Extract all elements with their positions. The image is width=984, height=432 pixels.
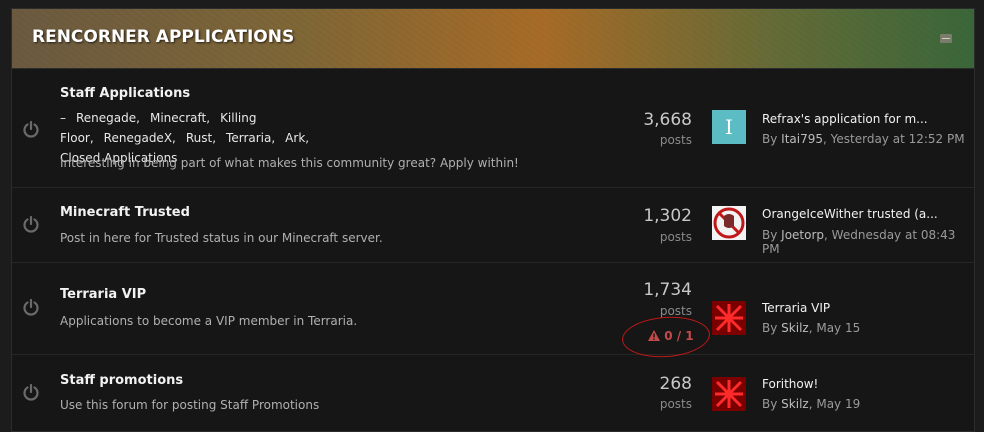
posts-label: posts: [659, 230, 692, 244]
avatar[interactable]: [712, 206, 746, 240]
category-header: RENCORNER APPLICATIONS: [12, 9, 974, 69]
avatar[interactable]: I: [712, 110, 746, 144]
forum-description: Use this forum for posting Staff Promoti…: [60, 398, 320, 412]
forum-title[interactable]: Terraria VIP: [60, 287, 146, 302]
forum-description: Interesting in being part of what makes …: [60, 156, 519, 170]
power-icon: [23, 120, 39, 138]
posts-label: posts: [659, 133, 692, 147]
last-post-user[interactable]: Itai795: [781, 132, 823, 146]
warning-count[interactable]: 0 / 1: [648, 329, 694, 343]
last-post-meta: By Itai795, Yesterday at 12:52 PM: [762, 132, 965, 146]
posts-label: posts: [659, 304, 692, 318]
posts-label: posts: [659, 397, 692, 411]
post-count: 1,302: [643, 206, 692, 226]
subforum-dash: –: [60, 111, 66, 125]
subforum-link-terraria[interactable]: Terraria,: [226, 131, 275, 145]
post-count: 3,668: [643, 110, 692, 130]
post-count: 268: [659, 374, 692, 394]
last-post-meta: By Joetorp, Wednesday at 08:43 PM: [762, 228, 974, 256]
subforum-link-rust[interactable]: Rust,: [186, 131, 216, 145]
power-icon: [23, 383, 39, 401]
avatar[interactable]: [712, 377, 746, 411]
post-count: 1,734: [643, 280, 692, 300]
warning-triangle-icon: [648, 330, 660, 341]
avatar[interactable]: [712, 301, 746, 335]
subforum-link-ark[interactable]: Ark,: [285, 131, 309, 145]
subforum-link-minecraft[interactable]: Minecraft,: [150, 111, 210, 125]
last-post-time: , May 19: [808, 397, 861, 411]
power-icon: [23, 298, 39, 316]
collapse-icon[interactable]: [940, 34, 952, 43]
last-post-by: By: [762, 397, 778, 411]
subforum-link-renegade[interactable]: Renegade,: [76, 111, 140, 125]
last-post-title[interactable]: OrangeIceWither trusted (a...: [762, 207, 938, 221]
warning-count-text: 0 / 1: [664, 329, 694, 343]
last-post-by: By: [762, 132, 778, 146]
last-post-user[interactable]: Joetorp: [781, 228, 824, 242]
last-post-time: , Yesterday at 12:52 PM: [823, 132, 965, 146]
last-post-meta: By Skilz, May 19: [762, 397, 860, 411]
last-post-title[interactable]: Refrax's application for m...: [762, 112, 928, 126]
forum-row: Terraria VIP Applications to become a VI…: [12, 263, 974, 361]
forum-row: Minecraft Trusted Post in here for Trust…: [12, 188, 974, 263]
forum-row: Staff promotions Use this forum for post…: [12, 355, 974, 431]
last-post-by: By: [762, 228, 778, 242]
last-post-time: , May 15: [808, 321, 861, 335]
forum-category-panel: RENCORNER APPLICATIONS Staff Application…: [11, 8, 975, 432]
power-icon: [23, 215, 39, 233]
category-title[interactable]: RENCORNER APPLICATIONS: [32, 27, 294, 47]
forum-title[interactable]: Minecraft Trusted: [60, 205, 190, 220]
last-post-by: By: [762, 321, 778, 335]
last-post-user[interactable]: Skilz: [781, 321, 809, 335]
forum-title[interactable]: Staff promotions: [60, 373, 183, 388]
last-post-meta: By Skilz, May 15: [762, 321, 860, 335]
last-post-user[interactable]: Skilz: [781, 397, 809, 411]
last-post-title[interactable]: Terraria VIP: [762, 301, 830, 315]
forum-description: Post in here for Trusted status in our M…: [60, 231, 383, 245]
forum-title[interactable]: Staff Applications: [60, 86, 190, 101]
forum-row: Staff Applications – Renegade, Minecraft, K…: [12, 69, 974, 188]
subforum-link-renegadex[interactable]: RenegadeX,: [104, 131, 176, 145]
forum-description: Applications to become a VIP member in T…: [60, 314, 358, 328]
last-post-title[interactable]: Forithow!: [762, 377, 818, 391]
